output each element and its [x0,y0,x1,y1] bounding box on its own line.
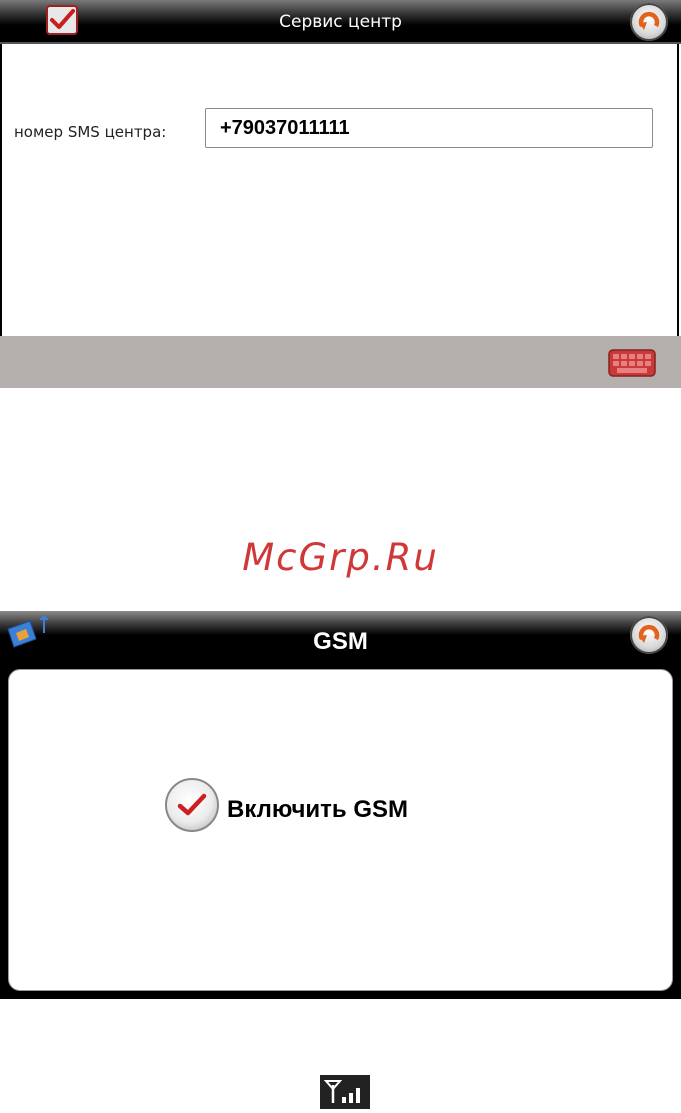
check-icon [177,793,207,816]
gsm-screen: GSM Включить GSM [0,611,681,999]
bottom-toolbar [0,336,681,388]
refresh-icon [638,624,660,643]
sms-center-label: номер SMS центра: [14,123,167,141]
keyboard-icon [608,349,656,377]
signal-icon [320,1075,370,1109]
content-panel: Включить GSM [8,669,673,991]
gsm-toggle-label[interactable]: Включить GSM [227,796,408,824]
title-bar: Сервис центр [0,0,681,44]
page-title: GSM [313,628,368,655]
service-center-screen: Сервис центр номер SMS центра: +79037011… [0,0,681,388]
watermark: McGrp.Ru [242,536,439,579]
sms-center-field[interactable]: +79037011111 [205,108,653,148]
back-button[interactable] [630,3,668,41]
content-frame: Включить GSM [0,655,681,999]
back-button[interactable] [630,616,668,654]
gsm-toggle-checkbox[interactable] [165,778,219,832]
page-title: Сервис центр [279,12,402,32]
refresh-icon [638,11,660,30]
keyboard-button[interactable] [608,349,656,377]
title-bar: GSM [0,611,681,655]
content-area: номер SMS центра: +79037011111 [0,44,679,336]
